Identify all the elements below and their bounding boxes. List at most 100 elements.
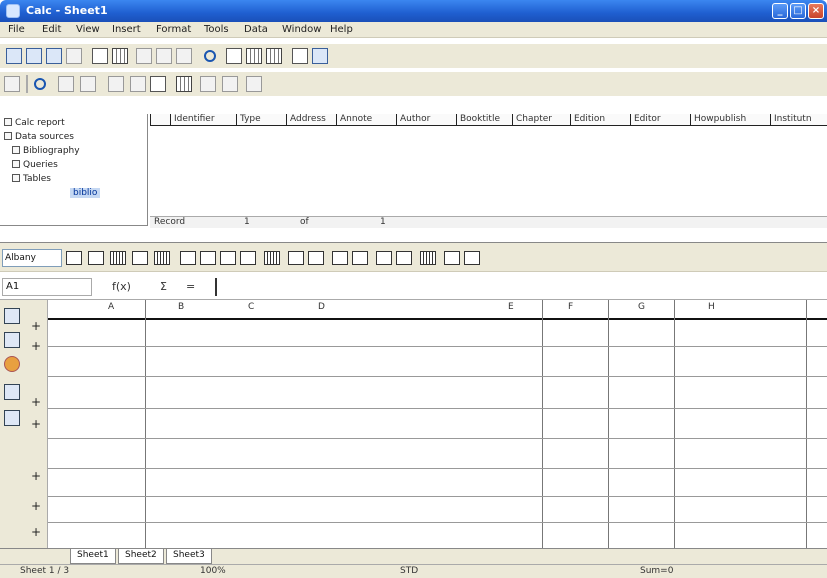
close-button[interactable]: × — [808, 3, 824, 19]
column-header[interactable]: Edition — [570, 114, 630, 126]
redo-icon[interactable] — [226, 48, 242, 64]
autofilter-icon[interactable] — [108, 76, 124, 92]
column-header[interactable]: A — [108, 302, 114, 312]
function-button[interactable]: = — [186, 280, 195, 293]
hyperlink-icon[interactable] — [246, 48, 262, 64]
underline-icon[interactable] — [132, 251, 148, 265]
column-header[interactable]: Address — [286, 114, 336, 126]
sum-button[interactable]: Σ — [160, 280, 167, 293]
chart-icon[interactable] — [112, 48, 128, 64]
column-header[interactable] — [150, 114, 170, 126]
sort-ascending-icon[interactable] — [58, 76, 74, 92]
column-header[interactable]: Annote — [336, 114, 396, 126]
decimal-add-icon[interactable] — [332, 251, 348, 265]
new-icon[interactable] — [6, 48, 22, 64]
tree-item-selected[interactable]: biblio — [70, 188, 101, 198]
column-header[interactable]: Institutn — [770, 114, 827, 126]
font-color-picker-icon[interactable] — [464, 251, 480, 265]
indent-increase-icon[interactable] — [396, 251, 412, 265]
italic-icon[interactable] — [110, 251, 126, 265]
menu-tools[interactable]: Tools — [204, 24, 229, 35]
table-icon[interactable] — [176, 76, 192, 92]
tree-item[interactable]: Bibliography — [12, 146, 80, 156]
insert-object-icon[interactable] — [4, 356, 20, 372]
merge-cells-icon[interactable] — [264, 251, 280, 265]
column-header[interactable]: Author — [396, 114, 456, 126]
sheet-tab[interactable]: Sheet2 — [118, 549, 164, 564]
minimize-button[interactable]: _ — [772, 3, 788, 19]
gallery-icon[interactable] — [292, 48, 308, 64]
form-icon[interactable] — [200, 76, 216, 92]
column-header[interactable]: G — [638, 302, 645, 312]
data-sources-icon[interactable] — [312, 48, 328, 64]
edit-icon[interactable] — [4, 308, 20, 324]
menu-edit[interactable]: Edit — [42, 24, 61, 35]
paste-icon[interactable] — [176, 48, 192, 64]
record-number[interactable]: 1 — [244, 217, 250, 227]
column-header[interactable]: Type — [236, 114, 286, 126]
maximize-button[interactable]: □ — [790, 3, 806, 19]
spreadsheet-grid[interactable]: A B C D E F G H — [48, 300, 827, 548]
borders-icon[interactable] — [420, 251, 436, 265]
open-icon[interactable] — [26, 48, 42, 64]
menu-window[interactable]: Window — [282, 24, 321, 35]
menu-format[interactable]: Format — [156, 24, 191, 35]
refresh-icon[interactable] — [130, 76, 146, 92]
column-header[interactable]: Howpublish — [690, 114, 770, 126]
formula-input[interactable] — [215, 278, 820, 296]
tree-item[interactable]: Queries — [12, 160, 58, 170]
menu-insert[interactable]: Insert — [112, 24, 141, 35]
bold-icon[interactable] — [88, 251, 104, 265]
insert-mode[interactable]: STD — [400, 566, 418, 576]
indent-decrease-icon[interactable] — [376, 251, 392, 265]
undo-icon[interactable] — [204, 50, 216, 62]
zoom-level[interactable]: 100% — [200, 566, 226, 576]
draw-icon[interactable] — [4, 384, 20, 400]
save-icon[interactable] — [46, 48, 62, 64]
edit-file-icon[interactable] — [66, 48, 82, 64]
column-header[interactable]: Editor — [630, 114, 690, 126]
tree-item[interactable]: Calc report — [4, 118, 65, 128]
sheet-tab[interactable]: Sheet1 — [70, 549, 116, 564]
function-wizard-button[interactable]: f(x) — [112, 280, 131, 293]
tree-item[interactable]: Data sources — [4, 132, 74, 142]
column-header[interactable]: D — [318, 302, 325, 312]
column-header[interactable]: E — [508, 302, 514, 312]
background-color-icon[interactable] — [444, 251, 460, 265]
insert-record-icon[interactable] — [4, 76, 20, 92]
tree-item[interactable]: Tables — [12, 174, 51, 184]
cut-icon[interactable] — [136, 48, 152, 64]
search-icon[interactable] — [150, 76, 166, 92]
decimal-remove-icon[interactable] — [352, 251, 368, 265]
percent-icon[interactable] — [308, 251, 324, 265]
column-header[interactable]: B — [178, 302, 184, 312]
sort-descending-icon[interactable] — [80, 76, 96, 92]
data-to-text-icon[interactable] — [246, 76, 262, 92]
print-icon[interactable] — [92, 48, 108, 64]
font-size-icon[interactable] — [66, 251, 82, 265]
app-icon[interactable] — [6, 4, 20, 18]
column-header[interactable]: H — [708, 302, 715, 312]
spellcheck-icon[interactable] — [4, 410, 20, 426]
menu-view[interactable]: View — [76, 24, 100, 35]
font-color-icon[interactable] — [154, 251, 170, 265]
align-left-icon[interactable] — [180, 251, 196, 265]
menu-help[interactable]: Help — [330, 24, 353, 35]
column-header[interactable]: F — [568, 302, 573, 312]
insert-icon[interactable] — [4, 332, 20, 348]
font-name-box[interactable]: Albany — [2, 249, 62, 267]
column-header[interactable]: Chapter — [512, 114, 570, 126]
navigator-icon[interactable] — [266, 48, 282, 64]
menu-data[interactable]: Data — [244, 24, 268, 35]
align-right-icon[interactable] — [220, 251, 236, 265]
cell-reference-box[interactable]: A1 — [2, 278, 92, 296]
sheet-tab[interactable]: Sheet3 — [166, 549, 212, 564]
column-header[interactable]: C — [248, 302, 254, 312]
justify-icon[interactable] — [240, 251, 256, 265]
currency-icon[interactable] — [288, 251, 304, 265]
filter-icon[interactable] — [34, 78, 46, 90]
column-header[interactable]: Identifier — [170, 114, 236, 126]
column-header[interactable]: Booktitle — [456, 114, 512, 126]
menu-file[interactable]: File — [8, 24, 25, 35]
explorer-icon[interactable] — [222, 76, 238, 92]
